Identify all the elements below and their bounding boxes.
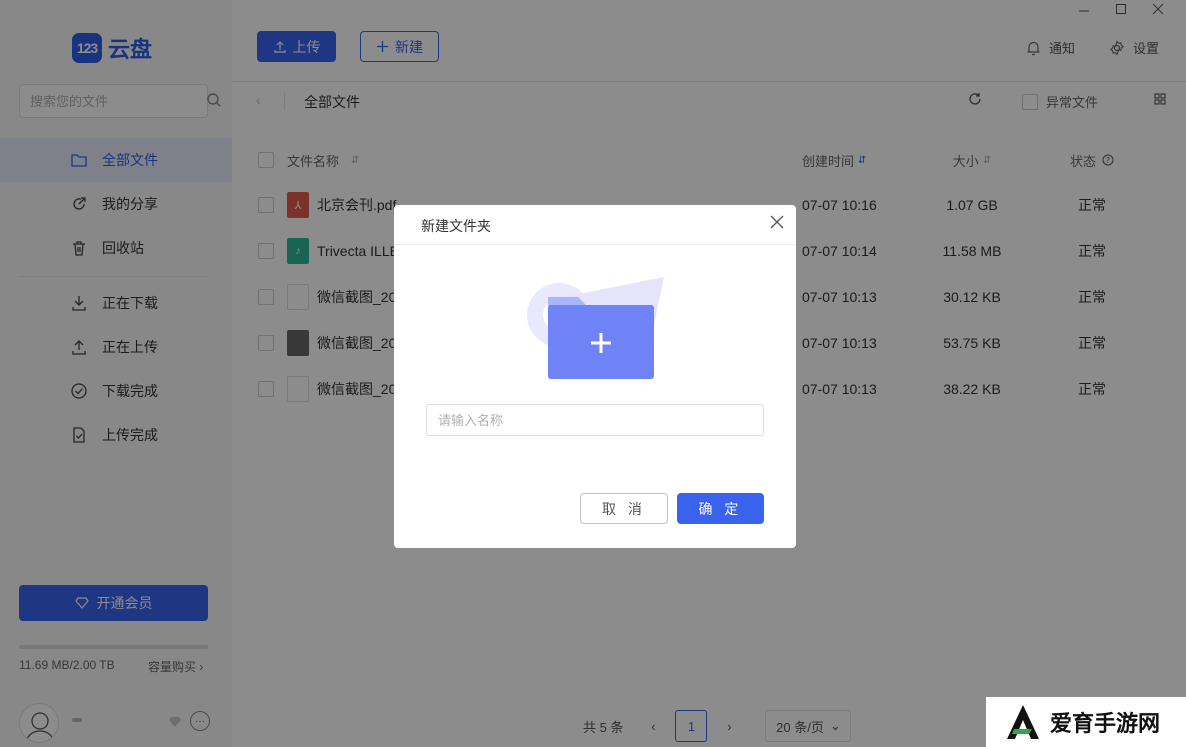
dialog-header: 新建文件夹 xyxy=(394,205,796,245)
watermark-text: 爱育手游网 xyxy=(1050,711,1161,736)
dialog-title: 新建文件夹 xyxy=(421,218,491,234)
confirm-button[interactable]: 确 定 xyxy=(677,493,764,524)
new-folder-dialog: 新建文件夹 取 消 确 定 xyxy=(394,205,796,548)
cancel-button[interactable]: 取 消 xyxy=(580,493,668,524)
watermark: 爱育手游网 xyxy=(986,697,1186,747)
folder-name-input[interactable] xyxy=(426,404,764,436)
watermark-logo-icon xyxy=(1007,705,1039,739)
new-folder-illustration-icon xyxy=(527,277,664,379)
close-icon[interactable] xyxy=(770,215,784,229)
